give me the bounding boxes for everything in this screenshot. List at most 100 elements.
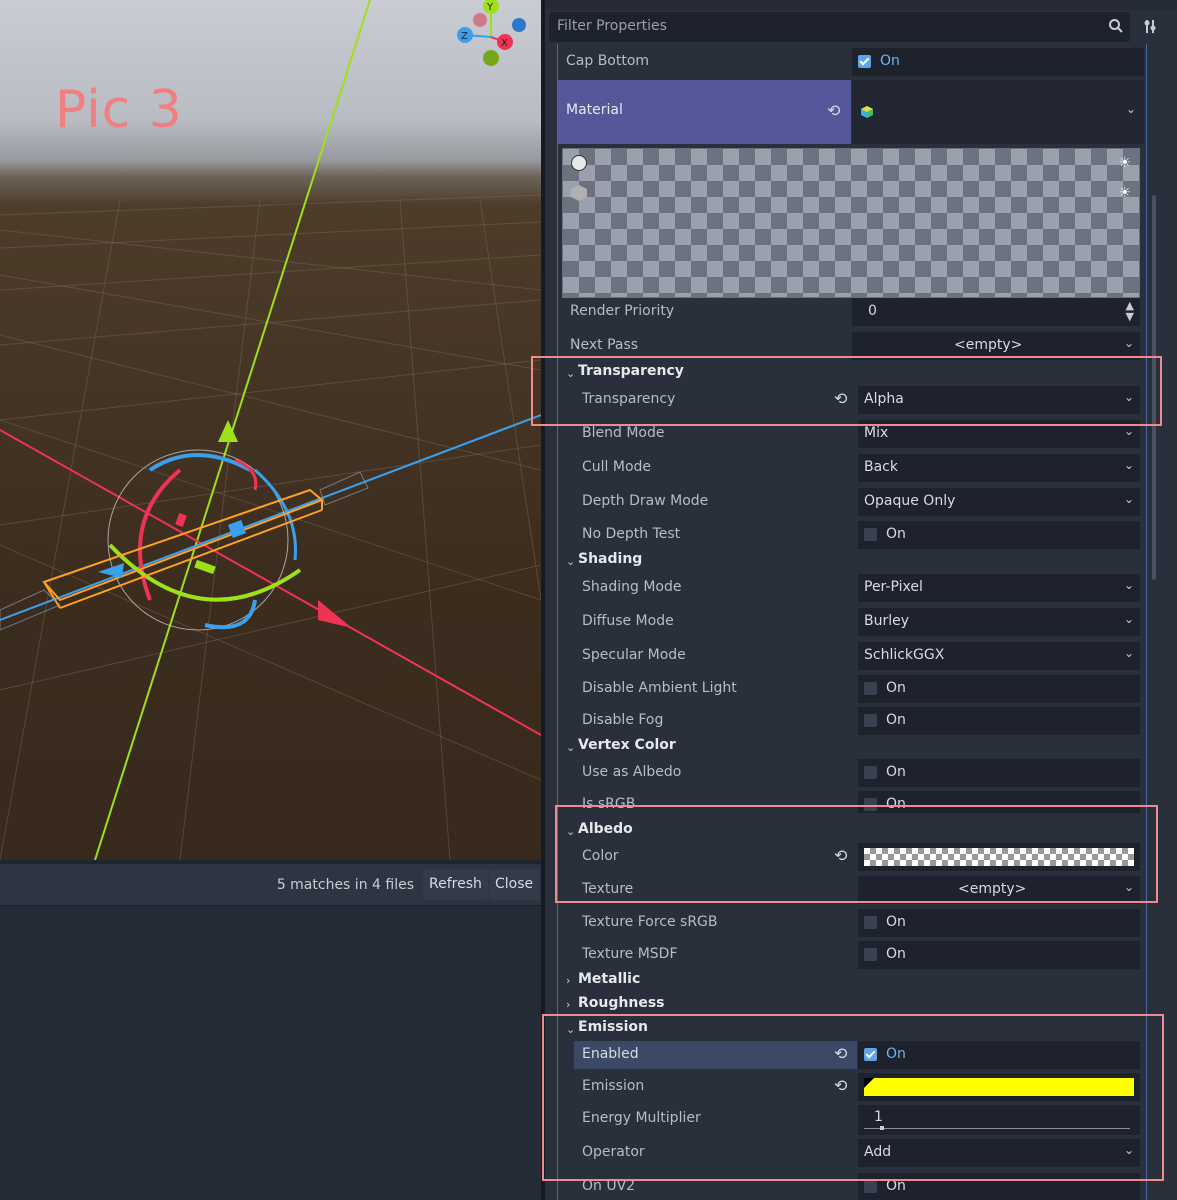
section-shading[interactable]: ⌄ Shading [545,550,1177,572]
checkbox-unchecked-icon [864,916,877,929]
disable-fog-value: On [886,712,906,728]
chevron-down-icon: ⌄ [1123,424,1134,438]
cull-mode-label: Cull Mode [582,459,652,475]
texture-msdf-value: On [886,946,906,962]
highlight-transparency [531,356,1162,426]
render-priority-value: 0 [868,303,877,319]
depth-draw-mode-label: Depth Draw Mode [582,493,709,509]
section-roughness[interactable]: › Roughness [545,994,1177,1016]
render-priority-spinbox[interactable]: 0 ▲ ▼ [852,298,1140,326]
material-header[interactable]: Material ⟲ [558,80,851,144]
search-results-panel: 5 matches in 4 files Refresh Close [0,864,541,1200]
texture-force-srgb-row: Texture Force sRGB On [545,909,1177,937]
cap-bottom-row: Cap Bottom On [545,48,1177,76]
material-resource-icon [861,106,873,118]
checkbox-unchecked-icon [864,1180,877,1193]
search-icon[interactable] [1109,19,1123,33]
checkbox-unchecked-icon [864,528,877,541]
checkbox-checked-icon [858,55,871,68]
cull-mode-dropdown[interactable]: Back ⌄ [858,454,1140,482]
chevron-down-icon: ⌄ [566,741,576,754]
section-title: Vertex Color [578,737,676,753]
texture-force-srgb-label: Texture Force sRGB [582,914,718,930]
chevron-down-icon: ⌄ [1123,612,1134,626]
tools-icon[interactable] [1143,18,1157,34]
pic-annotation: Pic 3 [55,80,183,140]
chevron-right-icon: › [566,998,571,1011]
shading-mode-row: Shading Mode Per-Pixel ⌄ [545,574,1177,602]
texture-msdf-label: Texture MSDF [582,946,678,962]
texture-force-srgb-checkbox[interactable]: On [858,909,1140,937]
render-priority-label: Render Priority [570,303,675,319]
revert-icon[interactable]: ⟲ [827,101,840,120]
specular-mode-dropdown[interactable]: SchlickGGX ⌄ [858,642,1140,670]
depth-draw-mode-row: Depth Draw Mode Opaque Only ⌄ [545,488,1177,516]
refresh-button[interactable]: Refresh [423,869,488,900]
no-depth-test-label: No Depth Test [582,526,681,542]
diffuse-mode-dropdown[interactable]: Burley ⌄ [858,608,1140,636]
disable-ambient-light-checkbox[interactable]: On [858,675,1140,703]
section-title: Roughness [578,995,665,1011]
floor-grid [0,194,541,860]
light-2-icon[interactable]: ☀ [1118,185,1131,201]
depth-draw-mode-dropdown[interactable]: Opaque Only ⌄ [858,488,1140,516]
material-label: Material [566,102,623,118]
sphere-preview-icon[interactable] [571,155,587,171]
use-as-albedo-value: On [886,764,906,780]
match-count: 5 matches in 4 files [276,877,414,893]
box-preview-icon[interactable] [571,185,587,201]
use-as-albedo-label: Use as Albedo [582,764,682,780]
svg-text:X: X [501,38,508,49]
checkbox-unchecked-icon [864,766,877,779]
checkbox-unchecked-icon [864,948,877,961]
light-1-icon[interactable]: ☀ [1118,155,1131,171]
highlight-emission [542,1014,1164,1181]
chevron-down-icon: ⌄ [1123,492,1134,506]
material-row: Material ⟲ ⌄ [545,80,1177,144]
checkbox-unchecked-icon [864,682,877,695]
blend-mode-label: Blend Mode [582,425,665,441]
use-as-albedo-checkbox[interactable]: On [858,759,1140,787]
checkbox-unchecked-icon [864,714,877,727]
diffuse-mode-value: Burley [864,613,910,629]
specular-mode-label: Specular Mode [582,647,686,663]
texture-force-srgb-value: On [886,914,906,930]
use-as-albedo-row: Use as Albedo On [545,759,1177,787]
disable-fog-checkbox[interactable]: On [858,707,1140,735]
z-move-arrow [98,563,124,578]
shading-mode-value: Per-Pixel [864,579,923,595]
inspector-top-strip [545,0,1177,10]
chevron-right-icon: › [566,974,571,987]
no-depth-test-value: On [886,526,906,542]
disable-fog-label: Disable Fog [582,712,664,728]
specular-mode-value: SchlickGGX [864,647,945,663]
next-pass-label: Next Pass [570,337,639,353]
diffuse-mode-label: Diffuse Mode [582,613,674,629]
spin-arrows-icon[interactable]: ▲ ▼ [1126,300,1134,322]
next-pass-value: <empty> [954,337,1023,353]
material-resource-picker[interactable]: ⌄ [852,80,1144,144]
chevron-down-icon: ⌄ [1123,458,1134,472]
shading-mode-dropdown[interactable]: Per-Pixel ⌄ [858,574,1140,602]
close-button[interactable]: Close [489,869,540,900]
blend-mode-value: Mix [864,425,889,441]
disable-ambient-light-label: Disable Ambient Light [582,680,737,696]
selected-mesh-outline [42,488,324,609]
chevron-down-icon: ⌄ [1123,646,1134,660]
x-axis-line [0,429,541,736]
no-depth-test-row: No Depth Test On [545,521,1177,549]
specular-mode-row: Specular Mode SchlickGGX ⌄ [545,642,1177,670]
filter-properties-input[interactable]: Filter Properties [549,12,1130,42]
depth-draw-mode-value: Opaque Only [864,493,956,509]
cap-bottom-checkbox[interactable]: On [852,48,1144,76]
chevron-down-icon[interactable]: ⌄ [1126,102,1136,116]
section-vertex-color[interactable]: ⌄ Vertex Color [545,736,1177,758]
cull-mode-row: Cull Mode Back ⌄ [545,454,1177,482]
search-results-bar: 5 matches in 4 files Refresh Close [0,864,541,906]
3d-viewport[interactable]: Y Z X Pic 3 [0,0,541,860]
section-metallic[interactable]: › Metallic [545,970,1177,992]
texture-msdf-checkbox[interactable]: On [858,941,1140,969]
disable-fog-row: Disable Fog On [545,707,1177,735]
no-depth-test-checkbox[interactable]: On [858,521,1140,549]
chevron-down-icon[interactable]: ⌄ [1124,336,1134,350]
